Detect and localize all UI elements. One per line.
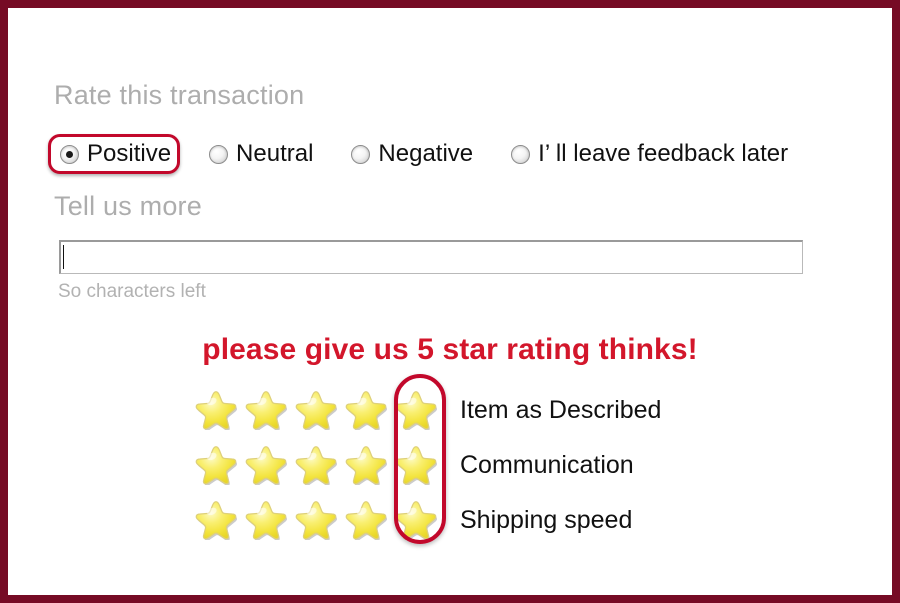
- detailed-ratings-grid[interactable]: Item as Described Communication Shipping s…: [190, 383, 661, 548]
- star-icon[interactable]: [245, 498, 287, 540]
- radio-option-label: Negative: [378, 140, 474, 167]
- star-button[interactable]: [290, 495, 340, 547]
- star-icon[interactable]: [345, 388, 387, 430]
- star-button[interactable]: [340, 385, 390, 437]
- radio-empty-icon[interactable]: [511, 144, 531, 164]
- star-icon[interactable]: [245, 443, 287, 485]
- radio-empty-icon[interactable]: [351, 144, 371, 164]
- star-shape: [345, 445, 387, 484]
- star-shape: [395, 445, 437, 484]
- star-button[interactable]: [340, 495, 390, 547]
- radio-option-i-ll-leave-feedback-later[interactable]: I’ ll leave feedback later: [499, 134, 797, 174]
- star-icon[interactable]: [345, 498, 387, 540]
- star-icon[interactable]: [195, 443, 237, 485]
- star-shape: [245, 445, 287, 484]
- star-shape: [395, 390, 437, 429]
- star-button[interactable]: [190, 385, 240, 437]
- star-icon[interactable]: [295, 388, 337, 430]
- star-icon[interactable]: [295, 443, 337, 485]
- star-shape: [195, 445, 237, 484]
- star-shape: [245, 500, 287, 539]
- star-button[interactable]: [340, 440, 390, 492]
- star-shape: [395, 500, 437, 539]
- star-button[interactable]: [240, 385, 290, 437]
- star-button[interactable]: [290, 385, 340, 437]
- form-body: Rate this transaction Positive Neutral Neg…: [8, 8, 892, 595]
- star-icon[interactable]: [395, 388, 437, 430]
- star-button[interactable]: [190, 495, 240, 547]
- rating-row[interactable]: Shipping speed: [190, 493, 661, 548]
- star-button[interactable]: [240, 440, 290, 492]
- rating-row[interactable]: Item as Described: [190, 383, 661, 438]
- star-shape: [295, 390, 337, 429]
- star-icon[interactable]: [395, 443, 437, 485]
- radio-selected-icon[interactable]: [60, 144, 79, 164]
- rate-transaction-heading: Rate this transaction: [54, 80, 305, 110]
- radio-option-label: Neutral: [236, 140, 314, 167]
- star-icon[interactable]: [195, 388, 237, 430]
- star-icon[interactable]: [245, 388, 287, 430]
- star-shape: [295, 500, 337, 539]
- star-icon[interactable]: [195, 498, 237, 540]
- star-shape: [295, 445, 337, 484]
- tell-us-more-heading: Tell us more: [54, 191, 202, 221]
- radio-option-label: I’ ll leave feedback later: [538, 140, 789, 167]
- star-shape: [245, 390, 287, 429]
- star-shape: [345, 390, 387, 429]
- characters-left-hint: So characters left: [58, 281, 206, 302]
- star-shape: [345, 500, 387, 539]
- star-button[interactable]: [390, 495, 440, 547]
- radio-option-neutral[interactable]: Neutral: [197, 134, 322, 174]
- comment-input[interactable]: [59, 240, 803, 274]
- feedback-form-page: Rate this transaction Positive Neutral Neg…: [0, 0, 900, 603]
- text-caret: [63, 245, 64, 269]
- radio-option-positive[interactable]: Positive: [48, 134, 181, 174]
- star-button[interactable]: [240, 495, 290, 547]
- rating-row-label: Communication: [460, 451, 634, 479]
- star-button[interactable]: [390, 440, 440, 492]
- rating-radio-group[interactable]: Positive Neutral Negative I’ ll leave feedb…: [48, 134, 797, 174]
- radio-option-negative[interactable]: Negative: [339, 134, 482, 174]
- star-shape: [195, 390, 237, 429]
- rating-row-label: Shipping speed: [460, 506, 633, 534]
- seller-request-callout: please give us 5 star rating thinks!: [202, 333, 698, 366]
- star-button[interactable]: [190, 440, 240, 492]
- star-icon[interactable]: [395, 498, 437, 540]
- rating-row-label: Item as Described: [460, 396, 662, 424]
- radio-empty-icon[interactable]: [209, 144, 229, 164]
- star-shape: [195, 500, 237, 539]
- star-button[interactable]: [390, 385, 440, 437]
- radio-option-label: Positive: [87, 140, 172, 167]
- rating-row[interactable]: Communication: [190, 438, 661, 493]
- star-button[interactable]: [290, 440, 340, 492]
- star-icon[interactable]: [295, 498, 337, 540]
- star-icon[interactable]: [345, 443, 387, 485]
